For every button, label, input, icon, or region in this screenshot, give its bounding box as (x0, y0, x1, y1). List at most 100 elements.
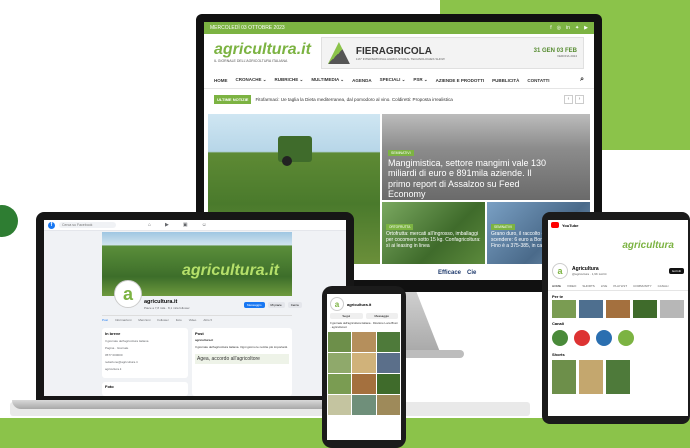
nav-item[interactable]: CONTATTI (527, 78, 549, 83)
chevron-left-icon[interactable]: ‹ (564, 94, 573, 104)
channel-avatar[interactable] (596, 330, 612, 346)
grid-photo[interactable] (352, 332, 376, 353)
home-icon[interactable]: ⌂ (148, 222, 151, 228)
short-thumbnail[interactable] (579, 360, 603, 394)
video-thumbnail[interactable] (552, 300, 576, 318)
video-thumbnail[interactable] (579, 300, 603, 318)
channel-avatar[interactable] (552, 330, 568, 346)
linkedin-icon[interactable]: in (566, 25, 570, 31)
grid-photo[interactable] (376, 374, 400, 395)
facebook-logo-icon[interactable]: f (48, 221, 55, 229)
channel-avatar[interactable] (574, 330, 590, 346)
top-story[interactable]: SEMINATIVI Mangimistica, settore mangimi… (382, 114, 590, 200)
marketplace-icon[interactable]: ▣ (183, 222, 188, 228)
grid-photo[interactable] (328, 374, 352, 395)
twitter-icon[interactable]: ✦ (575, 25, 579, 31)
nav-item[interactable]: AGENDA (352, 78, 372, 83)
facebook-topbar: f Cerca su Facebook ⌂ ▶ ▣ ☺ (44, 220, 346, 231)
nav-item[interactable]: SPECIALI ⌄ (380, 77, 406, 83)
tab-photos[interactable]: Foto (176, 318, 182, 326)
page-stats: Piace a 7,8 mila · 8,1 mila follower (144, 306, 190, 310)
grid-photo[interactable] (376, 353, 400, 374)
youtube-logo-icon[interactable] (551, 222, 559, 228)
nav-item[interactable]: PSR ⌄ (413, 77, 427, 83)
channel-avatar[interactable]: a (552, 263, 568, 279)
date-label: MERCOLEDÌ 03 OTTOBRE 2023 (210, 25, 285, 31)
grid-photo[interactable] (352, 353, 376, 374)
ad-label[interactable]: Cie (467, 270, 476, 276)
post-link-preview[interactable]: Agea, accordo all'agricoltore (195, 353, 289, 364)
ticker-headline[interactable]: Fitofarmaci: Ue taglia la Dieta mediterr… (255, 97, 452, 102)
ad-label[interactable]: Efficace (438, 270, 461, 276)
facebook-nav: ⌂ ▶ ▣ ☺ (148, 222, 207, 228)
instagram-header: a agricultura.it (327, 294, 401, 313)
profile-bio: Il giornale dell'agricoltura italiana · … (330, 321, 398, 329)
channel-avatar[interactable] (618, 330, 634, 346)
site-logo[interactable]: agricultura.it IL GIORNALE DELL'AGRICOLT… (214, 42, 311, 64)
tab-home[interactable]: HOME (552, 284, 561, 288)
nav-item[interactable]: PUBBLICITÀ (492, 78, 519, 83)
tab-posts[interactable]: Post (102, 318, 108, 326)
profile-avatar[interactable]: a (330, 297, 344, 311)
search-icon[interactable]: ⌕ (580, 76, 584, 84)
tab-more[interactable]: Altro ▾ (203, 318, 212, 326)
nav-item[interactable]: RUBRICHE ⌄ (275, 77, 304, 83)
like-button[interactable]: Mi piace (267, 302, 285, 308)
grid-photo[interactable] (352, 374, 376, 395)
nav-item[interactable]: MULTIMEDIA ⌄ (311, 77, 344, 83)
ticker-tag: ULTIME NOTIZIE (214, 94, 252, 104)
grid-photo[interactable] (328, 395, 352, 416)
message-button[interactable]: Messaggio (244, 302, 265, 308)
story-title: Ortofrutta: mercati all’ingrosso, imball… (386, 231, 481, 249)
tab-playlists[interactable]: PLAYLIST (613, 284, 627, 288)
video-thumbnail[interactable] (660, 300, 684, 318)
nav-item[interactable]: HOME (214, 78, 228, 83)
facebook-icon[interactable]: f (550, 25, 551, 31)
youtube-wordmark: YouTube (562, 222, 579, 228)
facebook-search-input[interactable]: Cerca su Facebook (59, 222, 116, 228)
video-icon[interactable]: ▶ (165, 222, 169, 228)
tab-about[interactable]: Informazioni (115, 318, 131, 326)
intro-line: Il giornale dell'agricoltura italiana (105, 339, 149, 343)
tab-mentions[interactable]: Menzioni (138, 318, 150, 326)
message-button[interactable]: Messaggio (365, 313, 398, 319)
short-thumbnail[interactable] (552, 360, 576, 394)
nav-item[interactable]: CRONACHE ⌄ (236, 77, 267, 83)
grid-photo[interactable] (376, 332, 400, 353)
follow-button[interactable]: Segui (330, 313, 363, 319)
site-tagline: IL GIORNALE DELL'AGRICOLTURA ITALIANA (214, 59, 288, 64)
nav-item[interactable]: AZIENDE E PRODOTTI (436, 78, 485, 83)
grid-photo[interactable] (376, 395, 400, 416)
tab-videos[interactable]: VIDEO (567, 284, 576, 288)
video-thumbnail[interactable] (606, 300, 630, 318)
instagram-icon[interactable]: ◎ (557, 25, 561, 31)
grid-photo[interactable] (328, 353, 352, 374)
tab-channels[interactable]: CANALI (658, 284, 669, 288)
grid-photo[interactable] (328, 332, 352, 353)
shorts-section-title: Shorts (552, 352, 565, 357)
chevron-right-icon[interactable]: › (575, 94, 584, 104)
page-avatar[interactable]: a (114, 280, 142, 308)
subscribe-button[interactable]: Iscriviti (668, 268, 684, 274)
story-tile[interactable]: ORTOFRUTTA Ortofrutta: mercati all’ingro… (382, 202, 485, 264)
intro-line[interactable]: agricultura.it (105, 367, 185, 371)
tab-community[interactable]: COMMUNITY (633, 284, 652, 288)
groups-icon[interactable]: ☺ (202, 222, 207, 228)
tab-videos[interactable]: Video (189, 318, 197, 326)
short-thumbnail[interactable] (606, 360, 630, 394)
tractor-image (278, 136, 312, 166)
search-button[interactable]: Cerca (287, 302, 302, 308)
video-thumbnail[interactable] (633, 300, 657, 318)
tab-live[interactable]: LIVE (601, 284, 608, 288)
tab-followers[interactable]: Follower (157, 318, 168, 326)
post-author[interactable]: agricultura.it (195, 338, 289, 343)
grid-photo[interactable] (352, 395, 376, 416)
banner-logo-text: agricultura (622, 239, 674, 251)
videos-section-title: Per te (552, 294, 564, 299)
post-section-title: Post (195, 331, 204, 336)
tab-shorts[interactable]: SHORTS (582, 284, 594, 288)
fieragricola-banner[interactable]: FIERAGRICOLA 116° INTERNATIONAL AGRICULT… (320, 37, 584, 69)
cover-logo-text: agricultura.it (182, 262, 279, 279)
youtube-icon[interactable]: ▶ (584, 25, 588, 31)
shorts-row (548, 358, 688, 396)
